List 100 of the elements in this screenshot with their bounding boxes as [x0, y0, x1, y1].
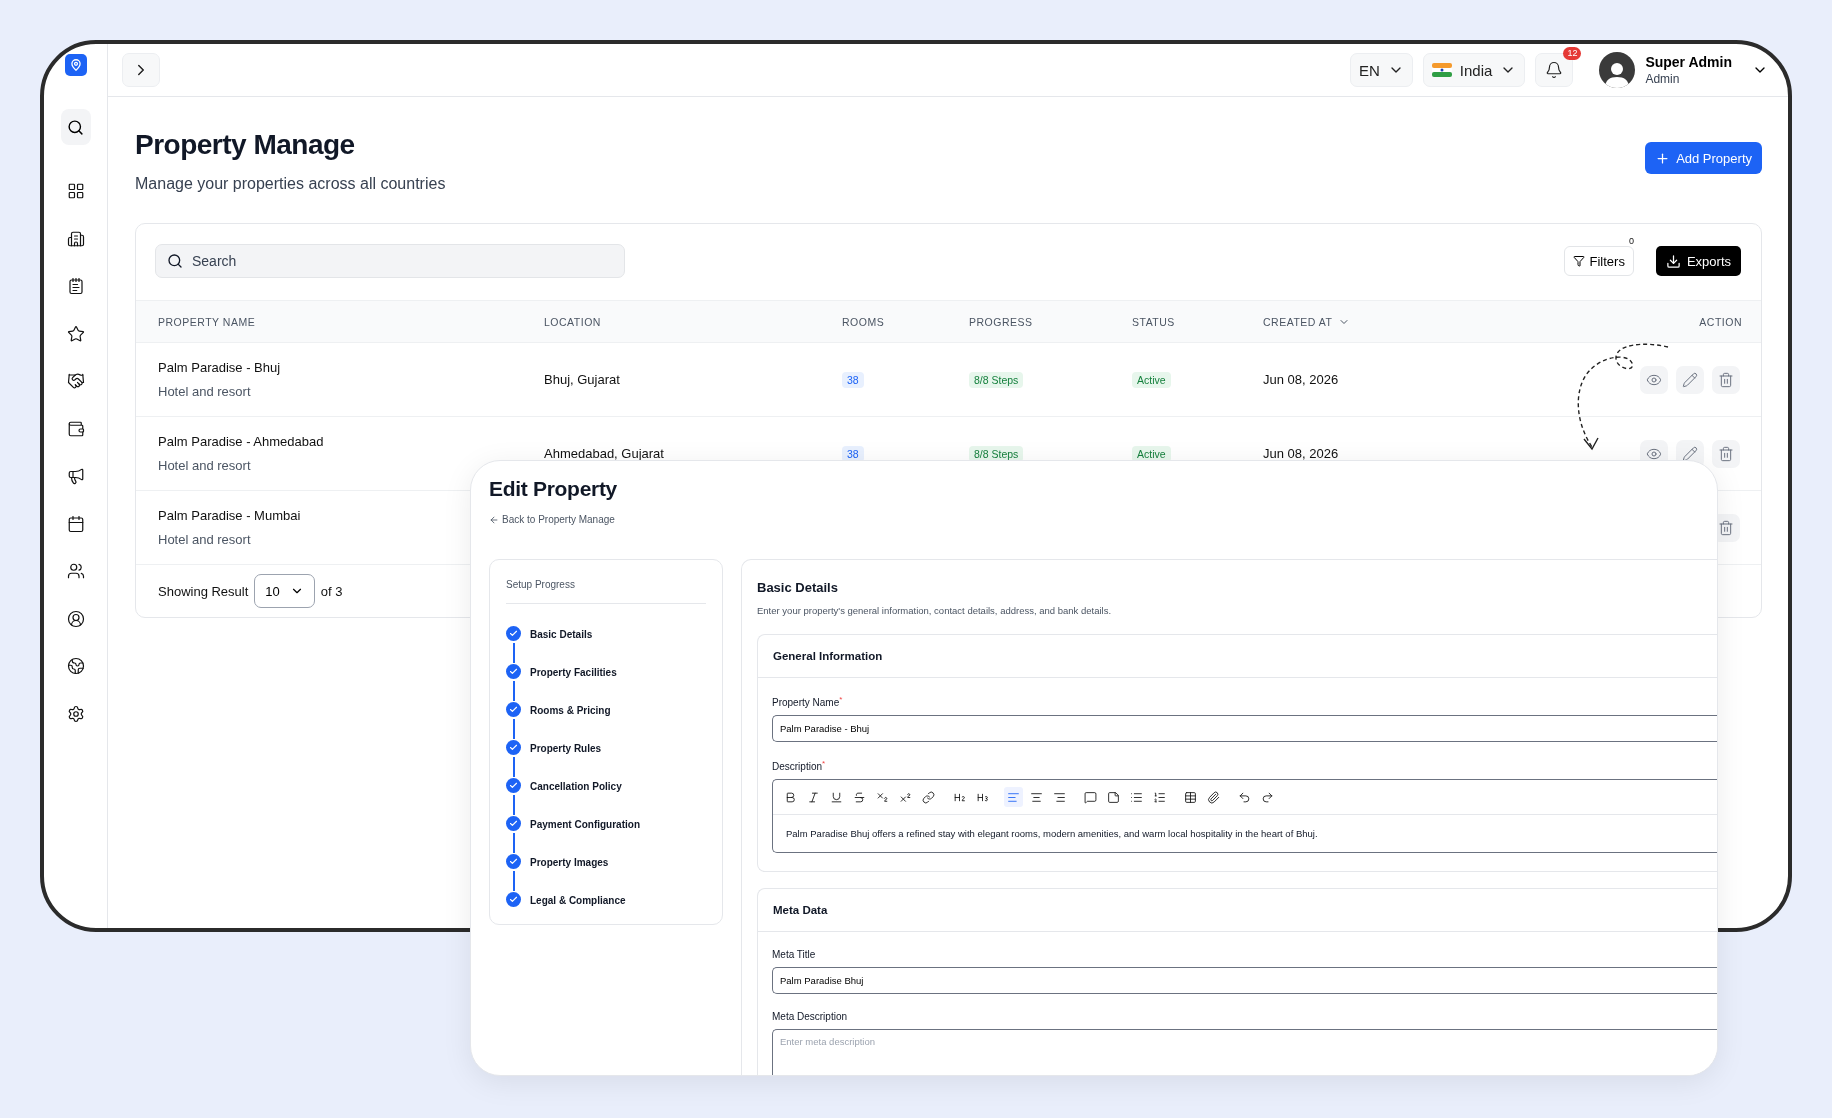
- setup-progress-title: Setup Progress: [506, 578, 706, 604]
- search-button[interactable]: [60, 109, 91, 145]
- step-label[interactable]: Legal & Compliance: [530, 894, 626, 906]
- meta-description-field[interactable]: Enter meta description: [772, 1029, 1717, 1075]
- align-left-button[interactable]: [1004, 787, 1023, 808]
- section-subtitle: Enter your property's general information, contact details, address, and bank details.: [757, 604, 1113, 616]
- field-label: Description$^{*}$: [772, 758, 827, 773]
- search-field[interactable]: Search: [155, 244, 625, 278]
- field-label: Meta Title: [772, 949, 817, 961]
- progress-badge: 8/8 Steps: [969, 445, 1024, 462]
- column-header: PROGRESS: [969, 315, 1034, 328]
- location-cell-text: Bhuj, Gujarat: [544, 372, 621, 387]
- link-icon: [922, 790, 935, 804]
- user-name: Super Admin: [1645, 54, 1732, 70]
- country-select[interactable]: India: [1422, 53, 1526, 87]
- total-label: of 3: [320, 583, 343, 599]
- exports-button[interactable]: Exports: [1655, 246, 1741, 276]
- property-name: Palm Paradise - Bhuj: [158, 360, 281, 375]
- column-header[interactable]: CREATED AT: [1263, 315, 1562, 328]
- dashboard-icon: [66, 182, 85, 200]
- handshake-icon: [66, 372, 85, 390]
- user-circle-icon: [66, 609, 85, 628]
- delete-button[interactable]: [1712, 365, 1740, 394]
- step-label[interactable]: Property Rules: [530, 742, 602, 754]
- delete-button[interactable]: [1712, 439, 1740, 468]
- property-type: Hotel and resort: [158, 458, 251, 473]
- arrow-left-icon: [489, 514, 499, 525]
- column-header: STATUS: [1132, 315, 1176, 328]
- building-icon: [66, 229, 85, 248]
- bold-icon: [784, 790, 797, 804]
- column-header: PROPERTY NAME: [158, 315, 257, 328]
- step-label[interactable]: Rooms & Pricing: [530, 704, 611, 716]
- date-cell-text: Jun 08, 2026: [1263, 372, 1340, 387]
- avatar: [1599, 52, 1636, 88]
- numbered-list-icon: [1153, 790, 1166, 804]
- filter-count: 0: [1628, 236, 1634, 246]
- rooms-badge: 38: [842, 371, 864, 388]
- property-name: Palm Paradise - Ahmedabad: [158, 434, 324, 449]
- add-property-button[interactable]: Add Property: [1645, 142, 1762, 174]
- progress-badge: 8/8 Steps: [969, 371, 1024, 388]
- page-title: Property Manage: [135, 129, 356, 161]
- globe-icon: [66, 657, 85, 675]
- property-name: Palm Paradise - Mumbai: [158, 508, 301, 523]
- status-badge: Active: [1132, 445, 1171, 462]
- align-left-icon: [1007, 790, 1020, 804]
- user-role: Admin: [1645, 72, 1681, 86]
- column-header: ROOMS: [842, 315, 886, 328]
- column-header: LOCATION: [544, 315, 602, 328]
- edit-button[interactable]: [1676, 365, 1704, 394]
- pencil-icon: [1682, 371, 1698, 388]
- settings-icon: [66, 704, 85, 723]
- step-label[interactable]: Property Facilities: [530, 666, 617, 678]
- page-size-select[interactable]: 10: [254, 574, 315, 608]
- card-title: General Information: [773, 649, 883, 662]
- italic-icon: [807, 790, 820, 804]
- download-icon: [1665, 253, 1681, 269]
- app-logo: [64, 54, 87, 76]
- strikethrough-icon: [853, 790, 866, 804]
- align-right-icon: [1053, 790, 1066, 804]
- field-label: Meta Description: [772, 1011, 849, 1023]
- trash-icon: [1718, 519, 1734, 536]
- users-icon: [66, 562, 85, 580]
- location-cell-text: Ahmedabad, Gujarat: [544, 446, 665, 461]
- date-cell-text: Jun 08, 2026: [1263, 446, 1340, 461]
- table-icon: [1184, 790, 1197, 804]
- bullet-list-icon: [1130, 790, 1143, 804]
- flag-icon: [1431, 63, 1452, 77]
- language-select[interactable]: EN: [1350, 53, 1413, 87]
- step-label[interactable]: Payment Configuration: [530, 818, 640, 830]
- view-button[interactable]: [1640, 365, 1668, 394]
- property-name-field[interactable]: Palm Paradise - Bhuj: [772, 714, 1717, 742]
- underline-icon: [830, 790, 843, 804]
- attach-icon: [1207, 790, 1220, 804]
- back-link[interactable]: Back to Property Manage: [489, 514, 615, 525]
- wallet-icon: [66, 419, 85, 438]
- column-header: ACTION: [1698, 315, 1742, 328]
- status-badge: Active: [1132, 371, 1171, 388]
- page-subtitle: Manage your properties across all countries: [135, 175, 446, 193]
- meta-title-field[interactable]: Palm Paradise Bhuj: [772, 967, 1717, 995]
- pencil-icon: [1682, 445, 1698, 462]
- panel-title: Edit Property: [489, 477, 618, 501]
- description-editor[interactable]: Palm Paradise Bhuj offers a refined stay with elegant rooms, modern amenities, and warm local hospitality in the heart of Bhuj.: [772, 779, 1717, 854]
- note-icon: [1107, 790, 1120, 804]
- step-label[interactable]: Cancellation Policy: [530, 780, 622, 792]
- calendar-icon: [66, 514, 85, 533]
- undo-icon: [1238, 790, 1251, 804]
- filters-button[interactable]: Filters: [1563, 246, 1634, 276]
- card-title: Meta Data: [773, 904, 828, 917]
- notepad-icon: [66, 277, 85, 295]
- superscript-icon: [899, 790, 912, 804]
- star-icon: [66, 324, 85, 343]
- step-label[interactable]: Basic Details: [530, 628, 593, 640]
- field-label: Property Name$^{*}$: [772, 694, 844, 708]
- align-center-icon: [1030, 790, 1043, 804]
- property-type: Hotel and resort: [158, 384, 251, 399]
- step-label[interactable]: Property Images: [530, 856, 609, 868]
- user-menu[interactable]: Super Admin Admin: [1583, 52, 1768, 88]
- redo-icon: [1261, 790, 1274, 804]
- description-text: Palm Paradise Bhuj offers a refined stay with elegant rooms, modern amenities, and warm local hospitality in the heart of Bhuj.: [785, 827, 1319, 842]
- megaphone-icon: [66, 467, 85, 485]
